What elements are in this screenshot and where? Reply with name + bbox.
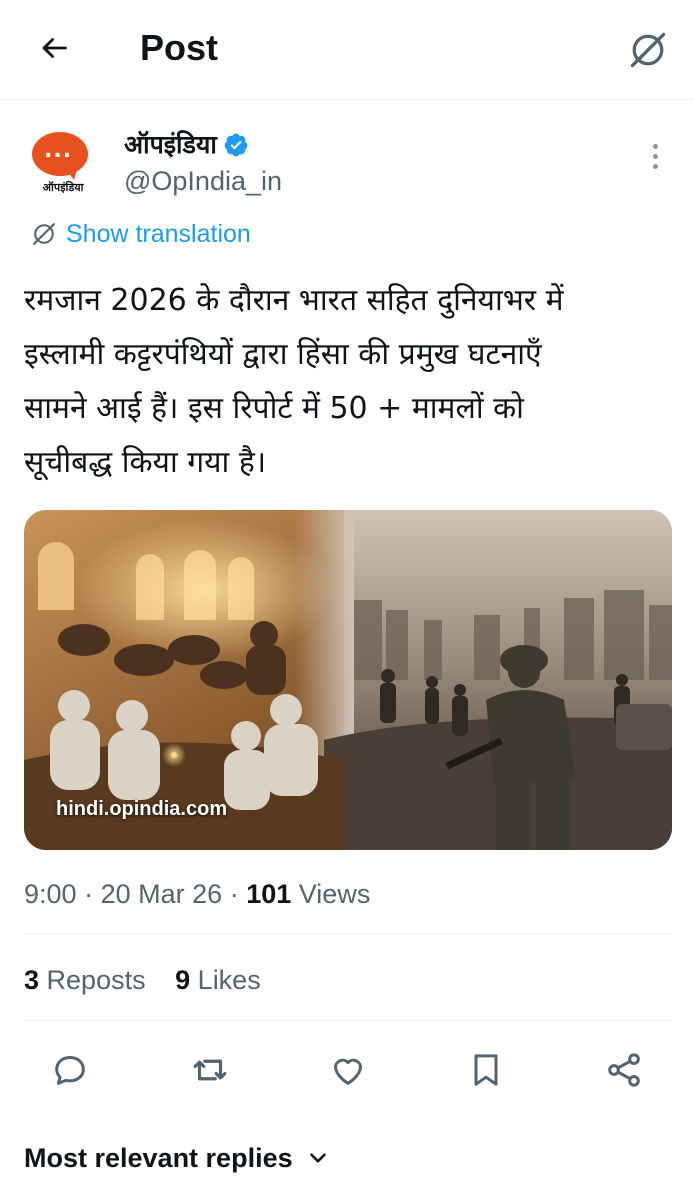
image-caption: hindi.opindia.com — [56, 798, 228, 820]
reposts-count: 3 — [24, 965, 40, 995]
likes-stat[interactable]: 9 Likes — [175, 962, 261, 998]
views-label: Views — [298, 879, 371, 909]
post-text-line: रमजान 2026 के दौरान भारत सहित दुनियाभर म… — [24, 283, 564, 318]
top-bar: Post — [0, 0, 694, 100]
like-icon — [334, 1058, 362, 1085]
translate-slash-icon — [630, 32, 666, 68]
author-display-name[interactable]: ऑपइंडिया — [124, 128, 249, 162]
arrow-left-icon — [42, 38, 67, 58]
page-title: Post — [140, 27, 219, 68]
post-text: रमजान 2026 के दौरान भारत सहित दुनियाभर म… — [24, 274, 674, 490]
like-button[interactable] — [324, 1046, 372, 1094]
author-handle[interactable]: @OpIndia_in — [124, 164, 282, 198]
likes-label: Likes — [197, 965, 261, 995]
author-name-text: ऑपइंडिया — [124, 130, 217, 159]
verified-badge-icon — [224, 133, 248, 157]
repost-icon — [193, 1059, 227, 1081]
post-meta: 9:00 · 20 Mar 26 · 101 Views — [24, 879, 371, 909]
bookmark-icon — [474, 1054, 498, 1086]
more-options-button[interactable] — [640, 138, 670, 174]
translate-slash-icon — [33, 223, 55, 245]
post-text-line: इस्लामी कट्टरपंथियों द्वारा हिंसा की प्र… — [24, 337, 542, 372]
reply-icon — [55, 1056, 85, 1085]
show-translation-link[interactable]: Show translation — [30, 218, 251, 250]
replies-sort-dropdown[interactable]: Most relevant replies — [24, 1140, 331, 1176]
post-stats: 3 Reposts 9 Likes — [24, 962, 283, 998]
replies-sort-label: Most relevant replies — [24, 1143, 293, 1173]
show-translation-label: Show translation — [66, 220, 251, 248]
share-button[interactable] — [600, 1046, 648, 1094]
back-button[interactable] — [28, 22, 80, 74]
avatar[interactable]: ... ऑपइंडिया — [24, 126, 102, 204]
avatar-logo-text: ऑपइंडिया — [42, 181, 84, 194]
reposts-label: Reposts — [46, 965, 146, 995]
translate-button[interactable] — [620, 22, 676, 78]
post-text-line: सूचीबद्ध किया गया है। — [24, 445, 267, 480]
post-date[interactable]: 20 Mar 26 — [101, 879, 223, 909]
post-image[interactable]: hindi.opindia.com — [24, 510, 672, 850]
likes-count: 9 — [175, 965, 191, 995]
chevron-down-icon — [309, 1153, 326, 1163]
reply-button[interactable] — [46, 1046, 94, 1094]
divider — [24, 1020, 672, 1021]
divider — [24, 934, 672, 935]
views-count: 101 — [246, 879, 292, 909]
post-text-line: सामने आई हैं। इस रिपोर्ट में 50 + मामलों… — [24, 391, 524, 426]
bookmark-button[interactable] — [462, 1046, 510, 1094]
reposts-stat[interactable]: 3 Reposts — [24, 962, 146, 998]
repost-button[interactable] — [186, 1046, 234, 1094]
post-time[interactable]: 9:00 — [24, 879, 77, 909]
share-icon — [608, 1053, 640, 1087]
